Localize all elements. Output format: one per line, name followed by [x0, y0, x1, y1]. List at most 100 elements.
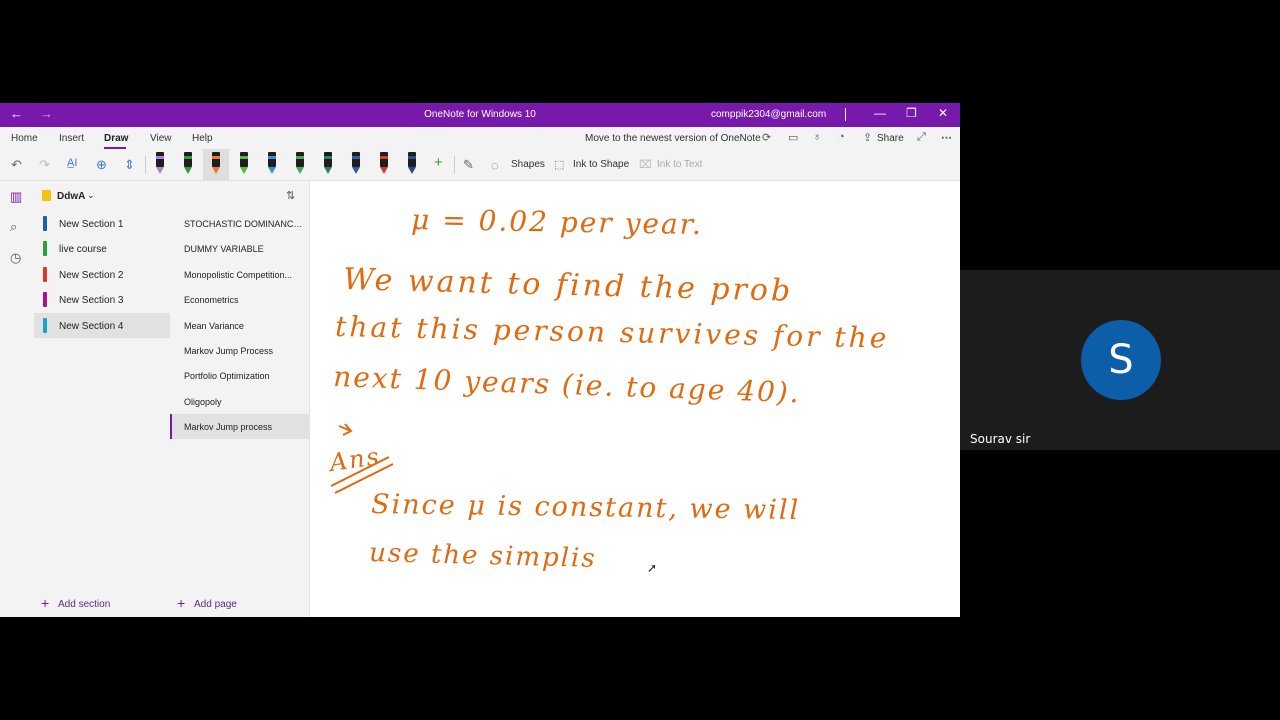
section-label: New Section 2 — [59, 269, 124, 281]
restore-icon[interactable]: ❐ — [906, 106, 917, 120]
share-icon[interactable]: ⇪ — [863, 131, 872, 144]
page-list-item[interactable]: Oligopoly — [170, 389, 309, 414]
section-color-tab — [43, 317, 47, 333]
fullscreen-icon[interactable]: ⤢ — [917, 131, 926, 144]
plus-icon: + — [41, 595, 50, 611]
toolbar-separator — [145, 156, 146, 174]
page-title: DUMMY VARIABLE — [184, 244, 264, 255]
toolbar-separator — [454, 156, 455, 174]
share-button[interactable]: Share — [877, 133, 904, 144]
more-options-icon[interactable]: ⋯ — [941, 131, 952, 144]
notebook-icon — [42, 190, 51, 201]
page-title: STOCHASTIC DOMINANCE... — [184, 219, 304, 229]
bell-icon[interactable]: ◔ — [838, 131, 845, 143]
notebook-view-icon[interactable]: ▭ — [788, 131, 798, 144]
pen-swatch[interactable] — [154, 152, 166, 176]
ink-line: We want to find the prob — [343, 262, 794, 309]
page-list-item[interactable]: DUMMY VARIABLE — [170, 236, 309, 261]
ink-line: use the simplis — [369, 538, 597, 574]
page-list-item[interactable]: Markov Jump process — [170, 414, 309, 440]
selected-page-indicator — [170, 414, 172, 440]
page-list-item[interactable]: Mean Variance — [170, 313, 309, 338]
onenote-window: ← → OneNote for Windows 10 comppik2304@g… — [0, 103, 960, 617]
tab-help[interactable]: Help — [192, 133, 213, 144]
plus-icon: + — [177, 595, 186, 611]
add-section-label: Add section — [58, 599, 111, 610]
section-label: New Section 4 — [59, 320, 124, 332]
avatar: S — [1081, 320, 1161, 400]
section-label: live course — [59, 244, 107, 256]
pen-swatch[interactable] — [238, 152, 250, 176]
pen-swatch[interactable] — [182, 152, 194, 176]
participant-name: Sourav sir — [970, 432, 1031, 446]
add-space-icon[interactable]: ⇕ — [124, 157, 135, 173]
page-title: Econometrics — [184, 295, 239, 306]
recent-icon[interactable]: ◷ — [10, 250, 21, 266]
tab-view[interactable]: View — [150, 133, 172, 144]
ink-line: μ = 0.02 per year. — [411, 203, 703, 241]
section-color-tab — [43, 216, 47, 231]
ink-to-shape-icon[interactable]: ⬚ — [554, 158, 564, 171]
draw-toolbar: ↶ ↷ A̲I ⊕ ⇕ + ✎ ◌ Shapes ⬚ Ink to Shape … — [0, 149, 960, 181]
sort-icon[interactable]: ⇅ — [286, 189, 295, 202]
page-list-item[interactable]: Monopolistic Competition... — [170, 262, 309, 287]
ink-line: Since μ is constant, we will — [371, 489, 800, 526]
undo-icon[interactable]: ↶ — [11, 157, 22, 173]
tab-insert[interactable]: Insert — [59, 133, 84, 144]
pen-swatch[interactable] — [350, 152, 362, 176]
tab-draw[interactable]: Draw — [104, 133, 128, 144]
section-color-tab — [43, 241, 47, 257]
pen-swatch[interactable] — [210, 152, 222, 176]
section-label: New Section 3 — [59, 295, 124, 307]
page-list-item[interactable]: Markov Jump Process — [170, 338, 309, 363]
sections-pane: DdwA ⌄ New Section 1 live course New Secti… — [34, 181, 170, 617]
shapes-button[interactable]: Shapes — [511, 159, 545, 170]
close-icon[interactable]: ✕ — [938, 106, 948, 120]
pages-pane: ⇅ STOCHASTIC DOMINANCE... DUMMY VARIABLE M… — [170, 181, 310, 617]
page-title: Markov Jump process — [184, 422, 273, 433]
section-label: New Section 1 — [59, 219, 124, 230]
add-page-label: Add page — [194, 599, 237, 610]
navigation-rail: ▥ ⌕ ◷ — [0, 181, 34, 617]
lasso-select-icon[interactable]: ⊕ — [96, 157, 107, 173]
sidebar-item-section[interactable]: live course — [34, 236, 170, 261]
page-title: Markov Jump Process — [184, 346, 274, 356]
pen-swatch[interactable] — [294, 152, 306, 176]
ink-line: that this person survives for the — [335, 310, 890, 355]
notebooks-icon[interactable]: ▥ — [10, 189, 22, 205]
add-pen-icon[interactable]: + — [434, 154, 443, 171]
tab-home[interactable]: Home — [11, 133, 38, 144]
ink-to-text-button: Ink to Text — [657, 159, 703, 170]
sidebar-item-section[interactable]: New Section 4 — [34, 312, 170, 338]
pen-swatch[interactable] — [266, 152, 278, 176]
ink-line: next 10 years (ie. to age 40). — [333, 360, 801, 409]
type-select-icon[interactable]: A̲I — [67, 157, 77, 169]
sidebar-item-section[interactable]: New Section 2 — [34, 262, 170, 287]
redo-icon[interactable]: ↷ — [39, 157, 50, 173]
page-list-item[interactable]: Portfolio Optimization — [170, 363, 309, 388]
lightbulb-icon[interactable]: ♁ — [813, 131, 821, 143]
shapes-icon[interactable]: ◌ — [491, 158, 499, 173]
search-icon[interactable]: ⌕ — [10, 219, 17, 235]
pen-swatch[interactable] — [406, 152, 418, 176]
pen-swatch[interactable] — [322, 152, 334, 176]
participant-tile: S Sourav sir — [960, 270, 1280, 450]
page-title: Portfolio Optimization — [184, 371, 270, 382]
sync-icon[interactable]: ⟳ — [762, 131, 771, 144]
account-email[interactable]: comppik2304@gmail.com — [711, 109, 826, 120]
sidebar-item-section[interactable]: New Section 3 — [34, 287, 170, 312]
pen-swatch[interactable] — [378, 152, 390, 176]
title-separator — [845, 108, 846, 121]
ribbon-tabs: Home Insert Draw View Help Move to the n… — [0, 127, 960, 149]
ink-layer: μ = 0.02 per year. We want to find the pr… — [326, 203, 890, 574]
page-list-item[interactable]: Econometrics — [170, 287, 309, 312]
page-title: Mean Variance — [184, 320, 244, 331]
ruler-icon[interactable]: ✎ — [463, 157, 474, 173]
minimize-icon[interactable]: — — [874, 106, 886, 120]
sidebar-item-section[interactable]: New Section 1 — [34, 211, 170, 236]
page-list-item[interactable]: STOCHASTIC DOMINANCE... — [170, 211, 309, 236]
section-color-tab — [43, 266, 47, 282]
upgrade-link[interactable]: Move to the newest version of OneNote — [585, 133, 761, 144]
page-canvas[interactable]: μ = 0.02 per year. We want to find the pr… — [311, 181, 960, 617]
ink-to-shape-button[interactable]: Ink to Shape — [573, 159, 629, 170]
